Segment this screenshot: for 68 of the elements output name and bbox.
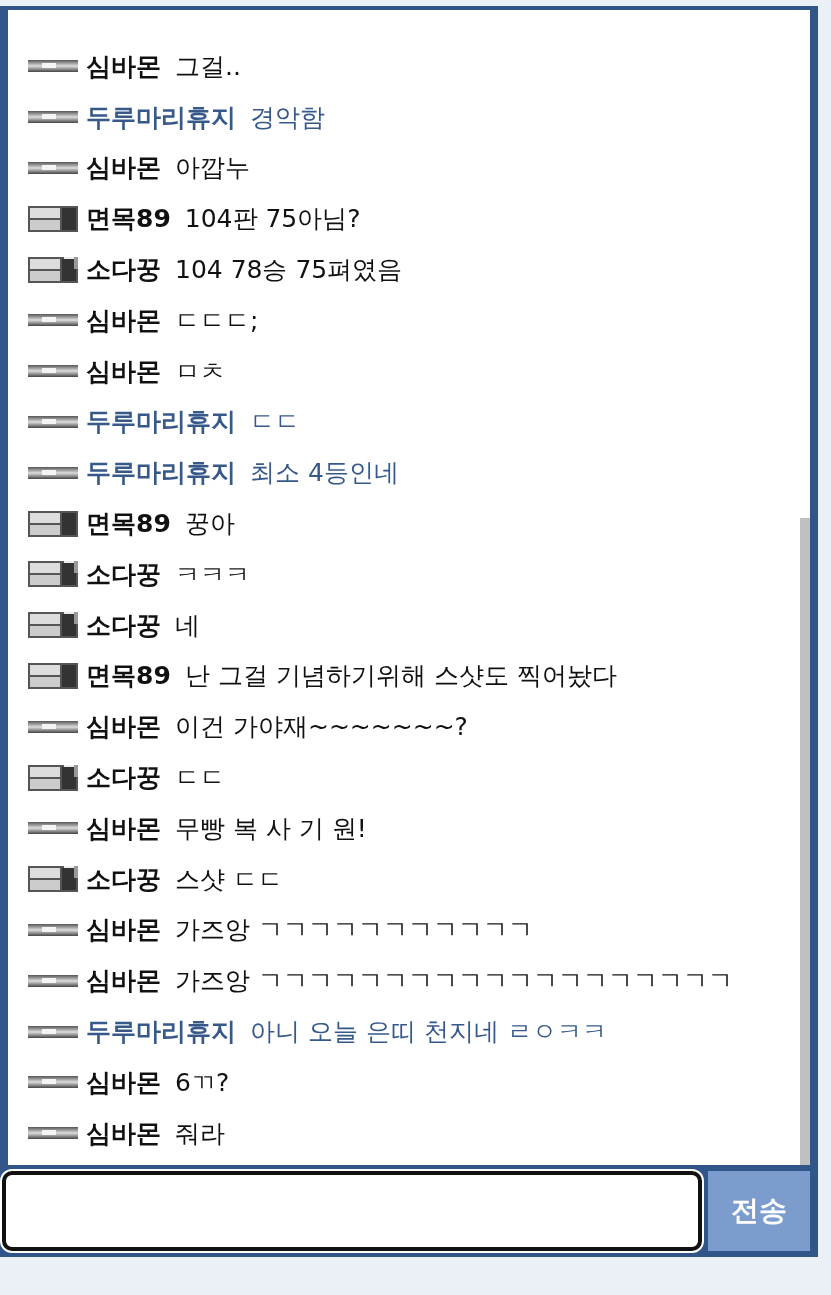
user-name: 심바몬 [86, 1066, 161, 1099]
level-badge-icon [28, 60, 78, 73]
message-text: ㄷㄷ [250, 406, 300, 439]
message-text: 난 그걸 기념하기위해 스샷도 찍어놨다 [184, 660, 617, 693]
send-button[interactable]: 전송 [708, 1171, 810, 1251]
level-badge-icon [28, 205, 78, 232]
level-badge-icon [28, 561, 78, 588]
message-text: ㅋㅋㅋ [175, 558, 250, 591]
message-text: 최소 4등인네 [250, 457, 399, 490]
user-name: 심바몬 [86, 812, 161, 845]
level-badge-icon [28, 256, 78, 283]
message-text: 아깝누 [175, 152, 250, 185]
user-name: 소다꿍 [86, 762, 161, 795]
level-badge-icon [28, 923, 78, 936]
message-input[interactable] [2, 1171, 702, 1251]
message-text: 가즈앙 ㄱㄱㄱㄱㄱㄱㄱㄱㄱㄱㄱㄱㄱㄱㄱㄱㄱㄱㄱ [175, 965, 733, 998]
message-text: 스샷 ㄷㄷ [175, 863, 283, 896]
level-badge-icon [28, 612, 78, 639]
user-name: 두루마리휴지 [86, 101, 236, 134]
message-text: 줘라 [175, 1117, 225, 1150]
message-text: 104판 75아님? [184, 203, 361, 236]
message-text: ㅁㅊ [175, 355, 225, 388]
user-name: 심바몬 [86, 355, 161, 388]
level-badge-icon [28, 1127, 78, 1140]
user-name: 심바몬 [86, 914, 161, 947]
user-name: 두루마리휴지 [86, 457, 236, 490]
message-text: 네 [175, 609, 200, 642]
user-name: 심바몬 [86, 711, 161, 744]
message-text: 경악함 [250, 101, 325, 134]
user-name: 소다꿍 [86, 609, 161, 642]
message-text: 104 78승 75펴였음 [175, 254, 403, 287]
user-name: 면목89 [86, 508, 171, 541]
level-badge-icon [28, 974, 78, 987]
level-badge-icon [28, 1076, 78, 1089]
user-name: 심바몬 [86, 50, 161, 83]
user-name: 면목89 [86, 203, 171, 236]
user-name: 두루마리휴지 [86, 1016, 236, 1049]
message-text: 무빵 복 사 기 원! [175, 812, 367, 845]
level-badge-icon [28, 510, 78, 537]
user-name: 소다꿍 [86, 558, 161, 591]
user-name: 심바몬 [86, 965, 161, 998]
level-badge-icon [28, 111, 78, 124]
user-name: 면목89 [86, 660, 171, 693]
message-text: 아니 오늘 은띠 천지네 ㄹㅇㅋㅋ [250, 1016, 607, 1049]
level-badge-icon [28, 764, 78, 791]
user-name: 소다꿍 [86, 863, 161, 896]
level-badge-icon [28, 662, 78, 689]
message-text: 그걸.. [175, 50, 241, 83]
message-text: 꿍아 [184, 508, 235, 541]
level-badge-icon [28, 720, 78, 733]
message-text: 가즈앙 ㄱㄱㄱㄱㄱㄱㄱㄱㄱㄱㄱ [175, 914, 533, 947]
message-text: ㄷㄷ [175, 762, 225, 795]
user-name: 두루마리휴지 [86, 406, 236, 439]
level-badge-icon [28, 314, 78, 327]
message-text: ㄷㄷㄷ; [175, 304, 259, 337]
level-badge-icon [28, 1025, 78, 1038]
user-name: 심바몬 [86, 304, 161, 337]
level-badge-icon [28, 162, 78, 174]
level-badge-icon [28, 866, 78, 893]
user-name: 심바몬 [86, 1117, 161, 1150]
message-text: 이건 가야재~~~~~~~? [175, 711, 468, 744]
message-text: 6ㄲ? [175, 1066, 230, 1099]
user-name: 소다꿍 [86, 254, 161, 287]
user-name: 심바몬 [86, 152, 161, 185]
level-badge-icon [28, 466, 78, 479]
level-badge-icon [28, 415, 78, 428]
level-badge-icon [28, 822, 78, 835]
level-badge-icon [28, 365, 78, 378]
